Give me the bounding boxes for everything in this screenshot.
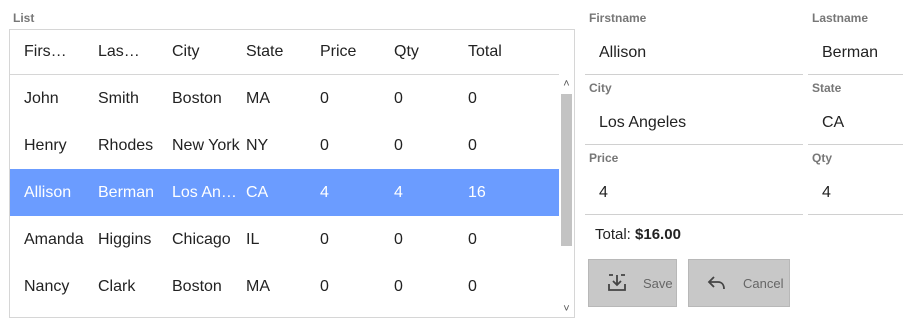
column-header-lastname[interactable]: Las… (98, 30, 168, 74)
undo-arrow-icon (705, 271, 729, 295)
cell-city: Boston (172, 277, 222, 295)
cell-firstname: Henry (24, 136, 67, 154)
grid-header: Firs… Las… City State Price Qty Total (10, 30, 559, 75)
cell-qty: 0 (394, 277, 403, 295)
scroll-down-icon[interactable]: ˅ (559, 301, 574, 317)
cell-city: Chicago (172, 230, 231, 248)
cell-lastname: Higgins (98, 230, 152, 248)
column-header-firstname[interactable]: Firs… (24, 30, 94, 74)
total-label: Total: (595, 226, 631, 243)
firstname-label: Firstname (589, 11, 647, 25)
cell-lastname: Smith (98, 89, 139, 107)
city-label: City (589, 81, 612, 95)
table-row[interactable]: John Smith Boston MA 0 0 0 (10, 75, 559, 122)
lastname-label: Lastname (812, 11, 869, 25)
column-header-state[interactable]: State (246, 30, 316, 74)
column-header-price[interactable]: Price (320, 30, 390, 74)
scroll-thumb[interactable] (561, 94, 572, 246)
cell-qty: 0 (394, 89, 403, 107)
vertical-scrollbar[interactable]: ˄ ˅ (559, 75, 574, 317)
app-root: List Firs… Las… City State Price Qty Tot… (0, 0, 903, 328)
cell-state: NY (246, 136, 269, 154)
save-tray-icon (605, 271, 629, 295)
state-label: State (812, 81, 842, 95)
cell-lastname: Clark (98, 277, 136, 295)
column-header-qty[interactable]: Qty (394, 30, 464, 74)
cell-price: 0 (320, 230, 329, 248)
cell-state: CA (246, 183, 269, 201)
cell-state: IL (246, 230, 260, 248)
save-button-label: Save (643, 275, 673, 291)
qty-label: Qty (812, 151, 833, 165)
cell-city: New York (172, 136, 240, 154)
cell-firstname: John (24, 89, 59, 107)
cancel-button[interactable]: Cancel (688, 259, 790, 307)
cell-price: 0 (320, 89, 329, 107)
table-row[interactable]: Nancy Clark Boston MA 0 0 0 (10, 263, 559, 310)
firstname-field[interactable]: Allison (585, 31, 803, 75)
table-row-selected[interactable]: Allison Berman Los An… CA 4 4 16 (10, 169, 559, 216)
cell-city: Los An… (172, 183, 237, 201)
scroll-up-icon[interactable]: ˄ (559, 76, 574, 92)
total-value: $16.00 (635, 226, 681, 243)
qty-field[interactable]: 4 (808, 171, 903, 215)
price-field[interactable]: 4 (585, 171, 803, 215)
cell-price: 0 (320, 277, 329, 295)
cell-total: 0 (468, 89, 477, 107)
column-header-total[interactable]: Total (468, 30, 548, 74)
table-row[interactable]: Henry Rhodes New York NY 0 0 0 (10, 122, 559, 169)
price-label: Price (589, 151, 619, 165)
cell-state: MA (246, 277, 270, 295)
cell-firstname: Amanda (24, 230, 84, 248)
state-field[interactable]: CA (808, 101, 903, 145)
save-button[interactable]: Save (588, 259, 677, 307)
grid-body: John Smith Boston MA 0 0 0 Henry Rhodes … (10, 75, 559, 317)
data-grid[interactable]: Firs… Las… City State Price Qty Total Jo… (9, 29, 575, 318)
cell-qty: 0 (394, 136, 403, 154)
column-header-city[interactable]: City (172, 30, 242, 74)
cell-firstname: Nancy (24, 277, 70, 295)
cell-total: 16 (468, 183, 486, 201)
table-row[interactable]: Amanda Higgins Chicago IL 0 0 0 (10, 216, 559, 263)
total-summary: Total: $16.00 (595, 226, 681, 243)
cell-lastname: Rhodes (98, 136, 154, 154)
cell-price: 0 (320, 136, 329, 154)
cell-state: MA (246, 89, 270, 107)
cell-total: 0 (468, 136, 477, 154)
cell-lastname: Berman (98, 183, 155, 201)
cell-firstname: Allison (24, 183, 72, 201)
city-field[interactable]: Los Angeles (585, 101, 803, 145)
cancel-button-label: Cancel (743, 275, 784, 291)
cell-qty: 0 (394, 230, 403, 248)
cell-qty: 4 (394, 183, 403, 201)
cell-total: 0 (468, 277, 477, 295)
lastname-field[interactable]: Berman (808, 31, 903, 75)
cell-city: Boston (172, 89, 222, 107)
list-section-label: List (13, 11, 35, 25)
cell-price: 4 (320, 183, 329, 201)
cell-total: 0 (468, 230, 477, 248)
